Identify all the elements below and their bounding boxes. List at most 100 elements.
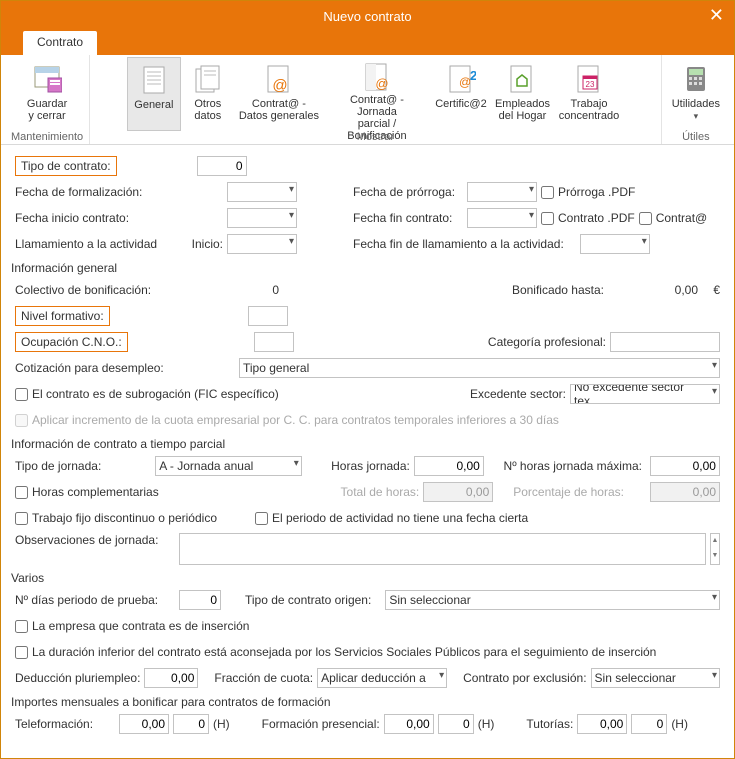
ocupacion-input[interactable]	[254, 332, 294, 352]
ribbon-group-utiles: Utilidades▾ Útiles	[662, 55, 730, 144]
bonificado-value: 0,00	[608, 283, 698, 297]
close-icon[interactable]: ✕	[709, 5, 724, 26]
f-formalizacion-label: Fecha de formalización:	[15, 185, 223, 199]
chk-subrogacion[interactable]: El contrato es de subrogación (FIC espec…	[15, 387, 279, 401]
formacion-v2-input[interactable]	[438, 714, 474, 734]
porc-horas-label: Porcentaje de horas:	[513, 485, 624, 499]
chk-contrato-pdf[interactable]: Contrato .PDF	[541, 211, 635, 225]
observaciones-label: Observaciones de jornada:	[15, 533, 175, 547]
horas-jornada-label: Horas jornada:	[331, 459, 410, 473]
section-varios: Varios	[11, 571, 720, 585]
llamamiento-label: Llamamiento a la actividad	[15, 237, 165, 251]
tipo-contrato-label[interactable]: Tipo de contrato:	[15, 156, 117, 176]
contrata-datos-button[interactable]: @ Contrat@ - Datos generales	[235, 57, 323, 131]
f-inicio-label: Fecha inicio contrato:	[15, 211, 223, 225]
n-horas-max-input[interactable]	[650, 456, 720, 476]
observaciones-input[interactable]	[179, 533, 706, 565]
tutorias-v2-input[interactable]	[631, 714, 667, 734]
save-close-label: Guardar y cerrar	[27, 98, 67, 122]
chk-horas-compl[interactable]: Horas complementarias	[15, 485, 159, 499]
fraccion-label: Fracción de cuota:	[214, 671, 313, 685]
cat-prof-input[interactable]	[610, 332, 720, 352]
teleformacion-label: Teleformación:	[15, 717, 115, 731]
h-label-2: (H)	[478, 717, 495, 731]
tab-contrato[interactable]: Contrato	[23, 31, 97, 55]
tipo-contrato-origen-combo[interactable]: Sin seleccionar	[385, 590, 720, 610]
formacion-pres-label: Formación presencial:	[262, 717, 380, 731]
certifica-label: Certific@2	[435, 98, 487, 110]
exced-sector-combo[interactable]: No excedente sector tex	[570, 384, 720, 404]
ocupacion-label[interactable]: Ocupación C.N.O.:	[15, 332, 128, 352]
deduccion-input[interactable]	[144, 668, 198, 688]
calendar-icon: 23	[572, 62, 606, 96]
teleformacion-v2-input[interactable]	[173, 714, 209, 734]
tipo-jornada-combo[interactable]: A - Jornada anual	[155, 456, 302, 476]
f-prorroga-label: Fecha de prórroga:	[353, 185, 463, 199]
porc-horas-input	[650, 482, 720, 502]
ribbon-group-mantenimiento: Guardar y cerrar Mantenimiento	[5, 55, 90, 144]
home-icon	[505, 62, 539, 96]
tipo-contrato-input[interactable]	[197, 156, 247, 176]
chk-contrata[interactable]: Contrat@	[639, 211, 708, 225]
save-close-button[interactable]: Guardar y cerrar	[20, 57, 74, 131]
eur-label: €	[702, 283, 720, 297]
certifica-button[interactable]: @2 Certific@2	[431, 57, 491, 131]
teleformacion-v1-input[interactable]	[119, 714, 169, 734]
f-inicio-combo[interactable]	[227, 208, 297, 228]
colectivo-value: 0	[239, 283, 279, 297]
contrato-excl-label: Contrato por exclusión:	[463, 671, 586, 685]
total-horas-input	[423, 482, 493, 502]
formacion-v1-input[interactable]	[384, 714, 434, 734]
nivel-formativo-input[interactable]	[248, 306, 288, 326]
section-importes: Importes mensuales a bonificar para cont…	[11, 695, 720, 709]
certifica-icon: @2	[444, 62, 478, 96]
n-dias-prueba-label: Nº días periodo de prueba:	[15, 593, 175, 607]
group-label-mantenimiento: Mantenimiento	[11, 131, 83, 145]
empleados-button[interactable]: Empleados del Hogar	[491, 57, 554, 131]
section-tiempo-parcial: Información de contrato a tiempo parcial	[11, 437, 720, 451]
f-fin-label: Fecha fin contrato:	[353, 211, 463, 225]
h-label-1: (H)	[213, 717, 230, 731]
chk-insercion[interactable]: La empresa que contrata es de inserción	[15, 619, 249, 633]
n-dias-prueba-input[interactable]	[179, 590, 221, 610]
calculator-icon	[679, 62, 713, 96]
cotizacion-combo[interactable]: Tipo general	[239, 358, 720, 378]
title-bar: Nuevo contrato ✕	[1, 1, 734, 31]
contrata-jornada-button[interactable]: @ Contrat@ - Jornada parcial / Bonificac…	[323, 57, 431, 131]
bonificado-label: Bonificado hasta:	[512, 283, 604, 297]
tipo-contrato-origen-label: Tipo de contrato origen:	[245, 593, 371, 607]
svg-text:23: 23	[586, 80, 595, 89]
fraccion-combo[interactable]: Aplicar deducción a	[317, 668, 447, 688]
horas-jornada-input[interactable]	[414, 456, 484, 476]
general-button[interactable]: General	[127, 57, 181, 131]
exced-sector-label: Excedente sector:	[470, 387, 566, 401]
chk-duracion-inf[interactable]: La duración inferior del contrato está a…	[15, 645, 656, 659]
tutorias-v1-input[interactable]	[577, 714, 627, 734]
document-at-half-icon: @	[360, 62, 394, 92]
empleados-label: Empleados del Hogar	[495, 98, 550, 122]
ribbon: Guardar y cerrar Mantenimiento General O…	[1, 55, 734, 145]
chk-periodo-act[interactable]: El periodo de actividad no tiene una fec…	[255, 511, 528, 525]
trabajo-concentrado-button[interactable]: 23 Trabajo concentrado	[554, 57, 624, 131]
otros-datos-button[interactable]: Otros datos	[181, 57, 235, 131]
trabajo-label: Trabajo concentrado	[559, 98, 620, 122]
utilidades-button[interactable]: Utilidades▾	[668, 57, 724, 131]
general-label: General	[134, 99, 173, 111]
document-at-icon: @	[262, 62, 296, 96]
svg-text:@: @	[375, 76, 388, 91]
f-formalizacion-combo[interactable]	[227, 182, 297, 202]
spinner-up-icon: ▲	[711, 534, 719, 549]
chk-prorroga-pdf[interactable]: Prórroga .PDF	[541, 185, 635, 199]
chk-fijo-disc[interactable]: Trabajo fijo discontinuo o periódico	[15, 511, 217, 525]
inicio-combo[interactable]	[227, 234, 297, 254]
textarea-spinner[interactable]: ▲▼	[710, 533, 720, 565]
contrato-excl-combo[interactable]: Sin seleccionar	[591, 668, 720, 688]
group-label-mostrar: Mostrar	[357, 131, 394, 145]
f-prorroga-combo[interactable]	[467, 182, 537, 202]
nivel-formativo-label[interactable]: Nivel formativo:	[15, 306, 110, 326]
documents-icon	[191, 62, 225, 96]
section-info-general: Información general	[11, 261, 720, 275]
f-fin-llam-combo[interactable]	[580, 234, 650, 254]
f-fin-combo[interactable]	[467, 208, 537, 228]
spinner-down-icon: ▼	[711, 549, 719, 564]
